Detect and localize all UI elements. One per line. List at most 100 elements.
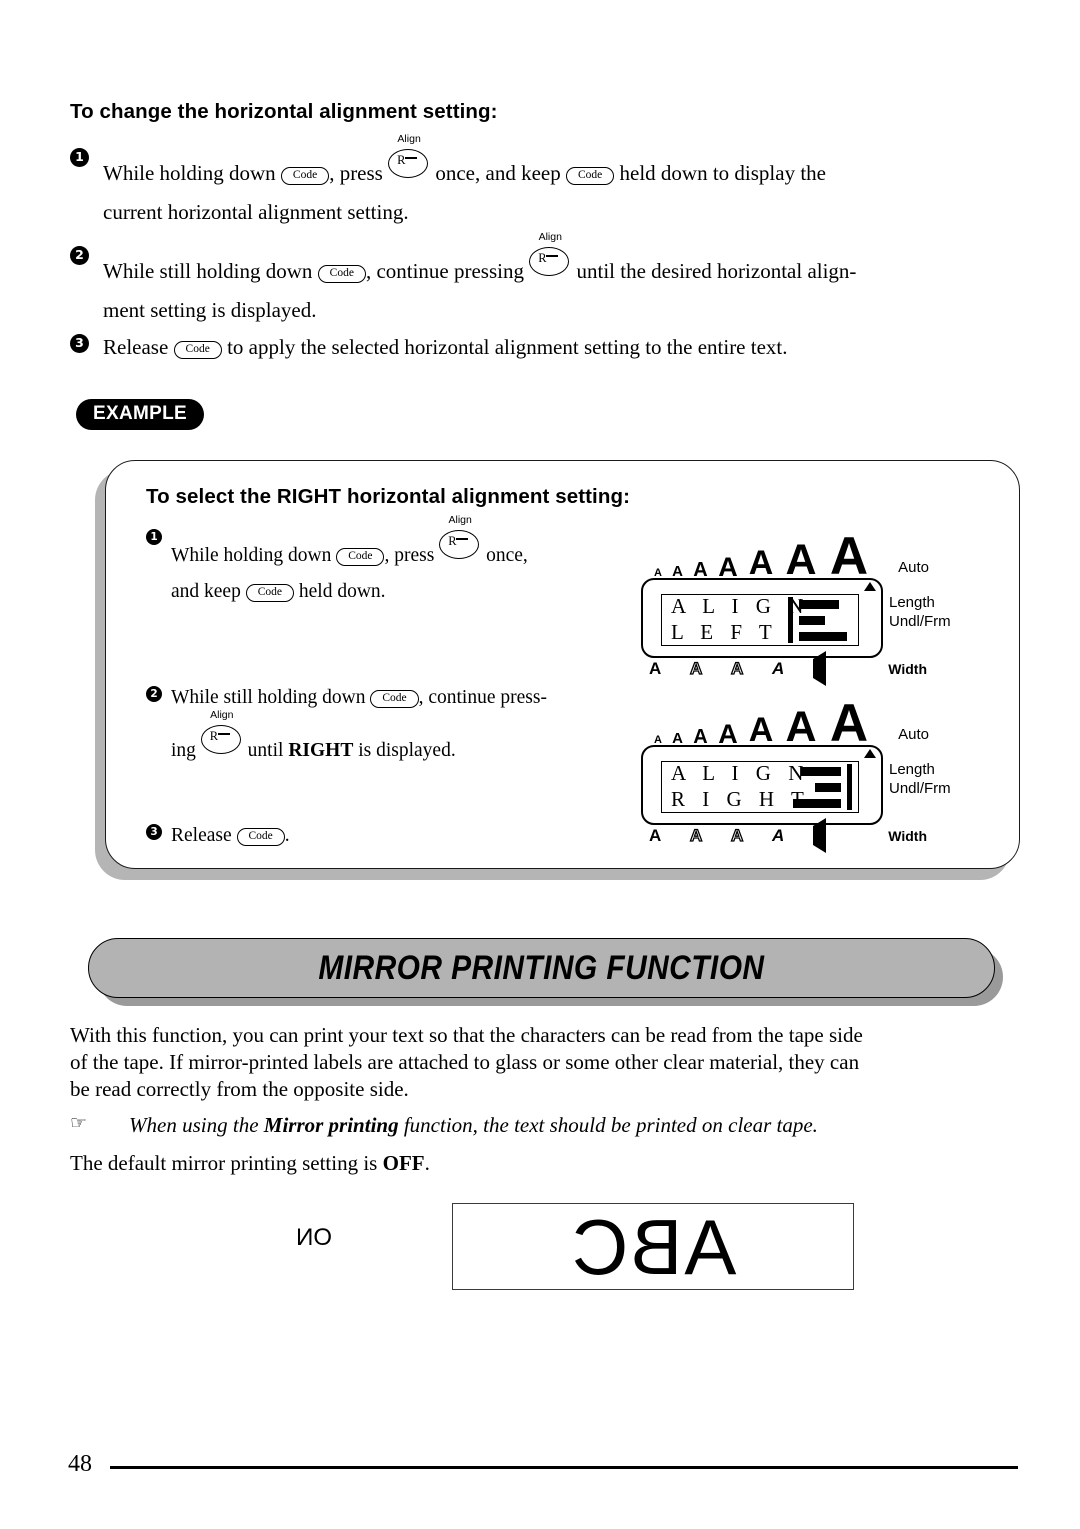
example-heading: To select the RIGHT horizontal alignment… — [146, 485, 630, 509]
width-arrow-icon — [813, 818, 854, 853]
lcd-display-right: A A A A A A A Auto A L I G NR I G H T Le… — [641, 696, 951, 853]
style-marker-bold: A — [649, 659, 662, 678]
size-marker: A — [718, 551, 738, 582]
underscore-mark — [217, 732, 230, 735]
align-r-key[interactable]: Align R — [200, 709, 243, 754]
size-marker: A — [748, 711, 774, 750]
code-key[interactable]: Code — [236, 828, 285, 847]
up-triangle-icon — [864, 749, 876, 758]
banner-title: MIRROR PRINTING FUNCTION — [318, 948, 765, 987]
paragraph-line: With this function, you can print your t… — [70, 1023, 863, 1047]
align-key-label: Align — [538, 231, 562, 243]
code-key[interactable]: Code — [336, 548, 385, 567]
lcd-frame: A L I G NR I G H T — [641, 745, 883, 825]
size-marker: A — [748, 544, 774, 583]
style-marker-row: A A A A — [649, 818, 854, 853]
text-run: Release — [171, 825, 232, 846]
lcd-line-2: L E F T — [671, 620, 778, 644]
text-run: to apply the selected horizontal alignme… — [227, 335, 788, 359]
code-key[interactable]: Code — [280, 167, 330, 186]
note-text: When using the Mirror printing function,… — [129, 1112, 818, 1139]
example-heading-text: To select the RIGHT horizontal alignment… — [146, 485, 631, 508]
example-step-1: 1 While holding down Code, press Align R… — [146, 514, 626, 605]
text-run: While still holding down — [103, 259, 313, 283]
align-right-icon — [788, 764, 852, 810]
lcd-side-labels: Length Undl/Frm — [889, 761, 951, 799]
heading-text: To change the horizontal alignment setti… — [70, 100, 498, 123]
length-label: Length — [889, 761, 935, 778]
size-marker: A — [654, 566, 662, 579]
text-run: While holding down — [103, 161, 276, 185]
code-key[interactable]: Code — [173, 341, 222, 360]
example-badge-label: EXAMPLE — [76, 399, 204, 430]
text-run: , continue press- — [418, 687, 547, 708]
width-arrow-icon — [813, 651, 854, 686]
character-size-scale: A A A A A A A — [649, 526, 875, 586]
step-continuation: ment setting is displayed. — [103, 297, 317, 322]
r-key-circle: R — [529, 247, 570, 276]
size-marker: A — [785, 702, 817, 751]
code-key[interactable]: Code — [317, 265, 366, 284]
text-run: While still holding down — [171, 687, 366, 708]
text-run: held down. — [298, 580, 386, 602]
code-key[interactable]: Code — [245, 583, 294, 603]
mirror-printing-banner: MIRROR PRINTING FUNCTION — [88, 938, 995, 998]
style-marker-italic: A — [772, 826, 785, 845]
text-run: , continue pressing — [365, 259, 524, 283]
align-left-icon — [788, 597, 852, 643]
step-number: 3 — [70, 334, 89, 353]
align-r-key[interactable]: Align R — [529, 231, 571, 276]
example-badge: EXAMPLE — [76, 399, 204, 430]
lcd-side-labels: Length Undl/Frm — [889, 594, 951, 632]
undl-frm-label: Undl/Frm — [889, 612, 951, 630]
step-continuation: ing Align R until RIGHT is displayed. — [171, 709, 636, 764]
step-number: 1 — [70, 148, 89, 167]
r-key-letter: R — [397, 153, 406, 167]
align-key-label: Align — [448, 514, 472, 526]
align-r-key[interactable]: Align R — [439, 514, 481, 559]
up-triangle-icon — [864, 582, 876, 591]
size-marker: A — [829, 693, 869, 753]
step-continuation: current horizontal alignment setting. — [103, 199, 409, 224]
style-marker-row: A A A A — [649, 651, 854, 686]
text-run: until the desired horizontal align- — [576, 259, 857, 283]
lcd-screen: A L I G NL E F T — [661, 594, 859, 646]
text-run: , press — [384, 545, 435, 566]
size-marker: A — [718, 718, 738, 749]
page-number: 48 — [68, 1451, 92, 1477]
size-marker: A — [829, 526, 869, 586]
underscore-mark — [546, 255, 559, 257]
underscore-mark — [456, 538, 469, 540]
text-run-bold: RIGHT — [288, 739, 354, 761]
size-marker: A — [785, 535, 817, 584]
undl-frm-label: Undl/Frm — [889, 779, 951, 797]
lcd-display-left: A A A A A A A Auto A L I G NL E F T Leng… — [641, 529, 951, 686]
code-key[interactable]: Code — [565, 167, 615, 186]
text-run: held down to display the — [619, 161, 826, 185]
text-run: ing — [171, 739, 196, 761]
style-marker-outline: A — [689, 825, 703, 845]
r-key-circle: R — [388, 149, 429, 178]
style-marker-bold: A — [649, 826, 662, 845]
size-marker: A — [672, 562, 683, 580]
mirror-note: ☞ When using the Mirror printing functio… — [70, 1112, 1020, 1139]
align-r-key[interactable]: Align R — [388, 133, 430, 178]
text-run-bold: Mirror printing — [263, 1113, 399, 1137]
lcd-screen: A L I G NR I G H T — [661, 761, 859, 813]
mirror-sample-text: ABC — [569, 1202, 737, 1291]
code-key[interactable]: Code — [370, 690, 419, 709]
text-run: is displayed. — [358, 739, 456, 761]
text-run: Release — [103, 335, 169, 359]
step-number: 2 — [146, 686, 162, 702]
pointing-hand-icon: ☞ — [70, 1112, 88, 1134]
step-1: 1 While holding down Code, press Align R… — [70, 133, 1018, 226]
example-step-2: 2 While still holding down Code, continu… — [146, 686, 636, 764]
footer-rule — [110, 1466, 1018, 1469]
character-size-scale: A A A A A A A — [649, 693, 875, 753]
mirror-sample-box: ABC — [452, 1202, 854, 1291]
step-text: Release Code to apply the selected horiz… — [103, 334, 1018, 361]
text-run: and keep — [171, 580, 241, 602]
mirror-paragraph: With this function, you can print your t… — [70, 1022, 1020, 1103]
size-marker: A — [693, 558, 708, 581]
step-text: While still holding down Code, continue … — [103, 231, 1018, 285]
